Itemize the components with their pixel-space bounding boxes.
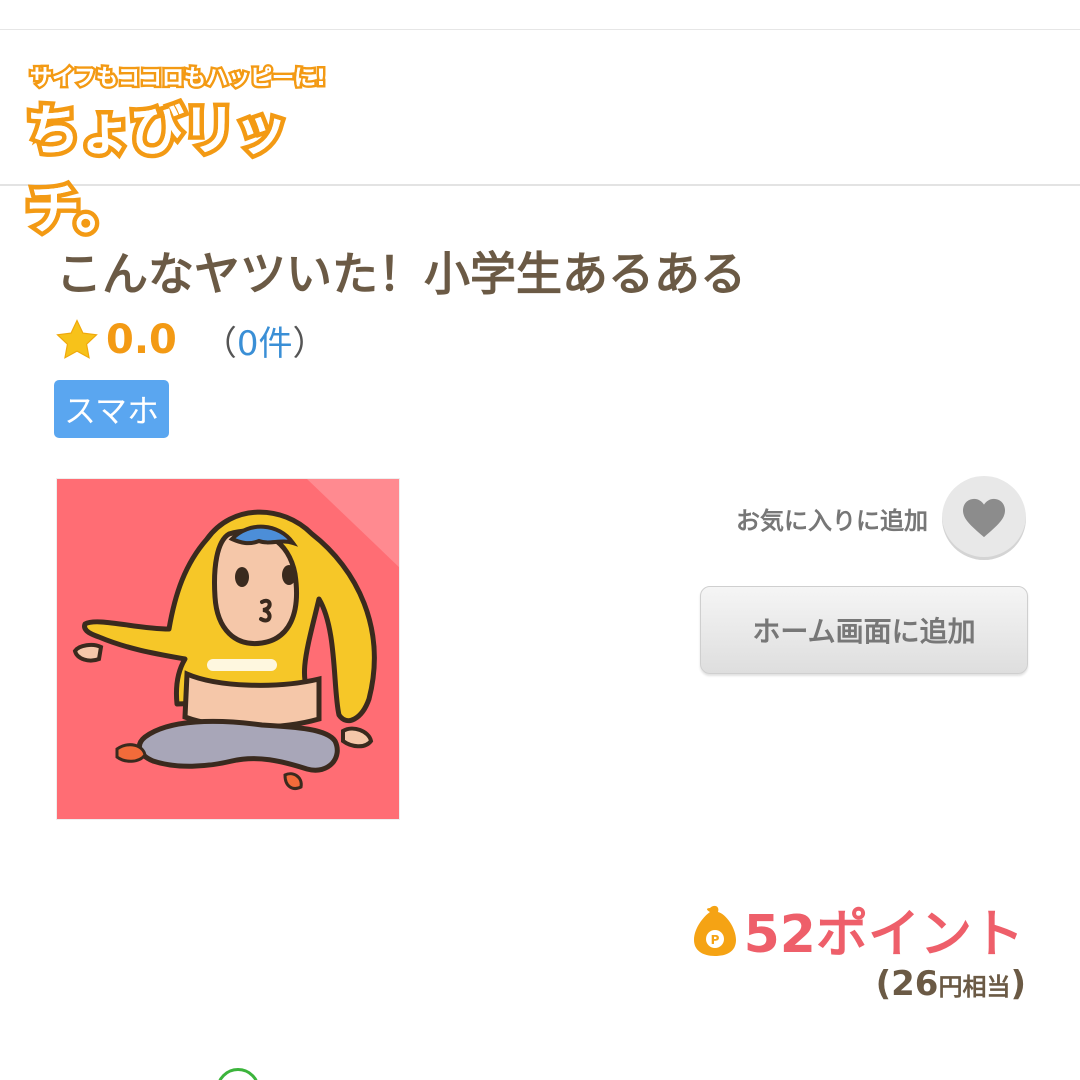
yen-open: ( bbox=[875, 964, 892, 1004]
favorite-control: お気に入りに追加 bbox=[736, 476, 1026, 560]
yen-close: ) bbox=[1010, 964, 1026, 1004]
logo-brand-fill: ちょびリッチ。 bbox=[26, 99, 288, 241]
site-header: サイフもココロもハッピーに! サイフもココロもハッピーに! ちょびリッチ。 ちょ… bbox=[0, 30, 1080, 246]
favorite-button[interactable] bbox=[942, 476, 1026, 560]
points-yen-equivalent: (26円相当) bbox=[876, 964, 1026, 1004]
app-icon-image bbox=[56, 478, 400, 820]
review-count[interactable]: （0件） bbox=[203, 316, 327, 365]
yen-value: 26 bbox=[891, 964, 939, 1004]
app-icon-illustration bbox=[72, 479, 399, 790]
rating-score: 0.0 bbox=[106, 317, 177, 363]
review-count-close: ） bbox=[292, 323, 327, 364]
heart-icon bbox=[963, 498, 1005, 538]
partial-bottom-icon bbox=[216, 1068, 260, 1080]
add-to-home-screen-button[interactable]: ホーム画面に追加 bbox=[700, 586, 1028, 674]
app-rating: 0.0 （0件） bbox=[54, 312, 327, 368]
point-bag-icon: P bbox=[693, 905, 736, 956]
site-logo[interactable]: サイフもココロもハッピーに! サイフもココロもハッピーに! ちょびリッチ。 ちょ… bbox=[22, 60, 378, 246]
app-title: こんなヤツいた！小学生あるある bbox=[56, 247, 746, 301]
top-status-bar bbox=[0, 0, 1080, 30]
favorite-label[interactable]: お気に入りに追加 bbox=[736, 501, 928, 536]
platform-badge: スマホ bbox=[54, 380, 170, 438]
points-value: 52ポイント bbox=[743, 905, 1024, 965]
review-count-open: （ bbox=[202, 323, 237, 364]
yen-unit: 円相当 bbox=[938, 973, 1011, 1001]
star-icon bbox=[56, 319, 98, 359]
svg-text:P: P bbox=[710, 933, 719, 947]
reward-points: P 52ポイント bbox=[690, 892, 1024, 967]
review-count-number[interactable]: 0件 bbox=[237, 324, 293, 364]
